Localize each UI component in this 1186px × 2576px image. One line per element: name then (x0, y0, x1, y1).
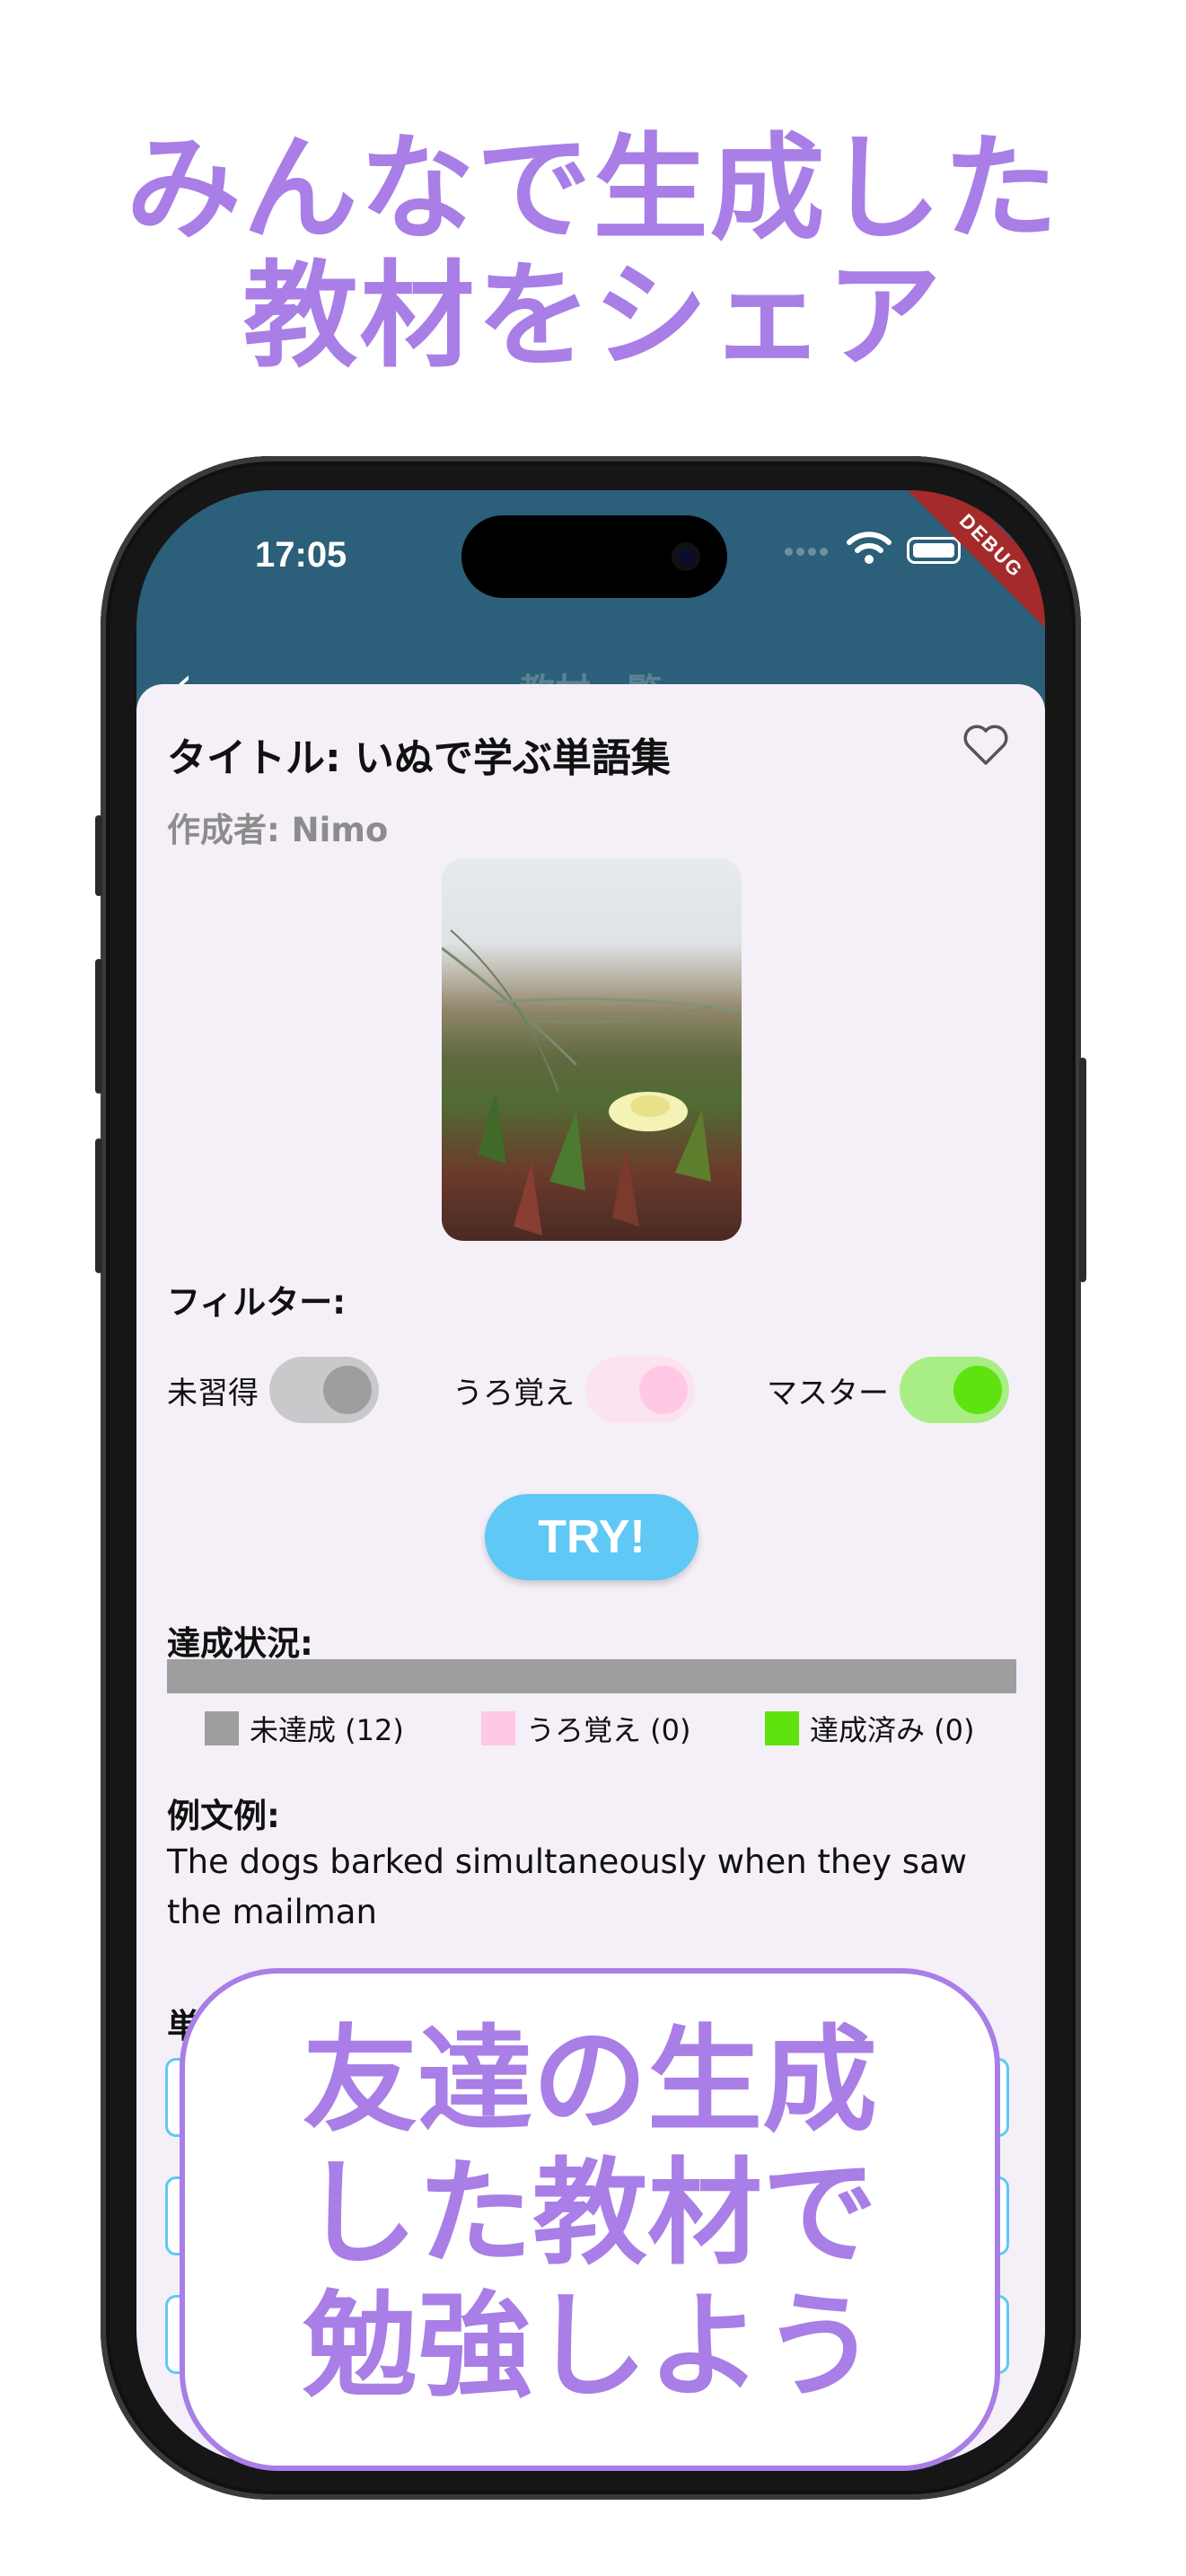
filter-vague: うろ覚え (452, 1354, 695, 1426)
toggle-knob (953, 1366, 1002, 1414)
legend-item-vague: うろ覚え (0) (481, 1708, 691, 1749)
legend-label: 達成済み (0) (810, 1713, 975, 1747)
filter-unlearned: 未習得 (167, 1354, 379, 1426)
filter-unlearned-label: 未習得 (167, 1375, 259, 1411)
example-sentence: The dogs barked simultaneously when they… (167, 1842, 968, 1931)
material-title: タイトル: いぬで学ぶ単語集 (167, 735, 671, 781)
promo-headline-line2: 教材をシェア (242, 250, 944, 383)
status-time: 17:05 (255, 535, 347, 575)
promo-callout-line2: した教材で (302, 2147, 877, 2281)
volume-down-button (95, 1139, 102, 1273)
legend-swatch (765, 1711, 799, 1745)
volume-up-button (95, 959, 102, 1094)
status-bar: 17:05 DEBUG (136, 490, 1045, 662)
legend-label: うろ覚え (0) (526, 1713, 691, 1747)
filter-unlearned-toggle[interactable] (269, 1357, 379, 1423)
progress-bar (167, 1659, 1016, 1693)
progress-label: 達成状況: (167, 1624, 313, 1663)
debug-banner: DEBUG (875, 490, 1045, 662)
filter-vague-toggle[interactable] (585, 1357, 695, 1423)
filter-master-label: マスター (767, 1375, 889, 1411)
filter-vague-label: うろ覚え (452, 1375, 575, 1411)
promo-headline-line1: みんなで生成した (126, 122, 1060, 256)
flower-photo-illustration (442, 929, 742, 1235)
material-image (442, 858, 742, 1241)
example-label: 例文例: (167, 1797, 280, 1835)
filter-master-toggle[interactable] (900, 1357, 1009, 1423)
legend-swatch (481, 1711, 515, 1745)
dynamic-island (461, 515, 727, 598)
action-button (95, 815, 102, 896)
promo-callout-line3: 勉強しよう (302, 2280, 877, 2413)
legend-swatch (205, 1711, 239, 1745)
signal-icon (785, 542, 839, 569)
try-button[interactable]: TRY! (485, 1494, 698, 1580)
filter-row: 未習得 うろ覚え マスター (136, 1354, 1045, 1426)
legend-item-achieved: 達成済み (0) (765, 1708, 975, 1749)
filter-master: マスター (767, 1354, 1009, 1426)
filter-label: フィルター: (167, 1283, 347, 1322)
promo-callout: 友達の生成 した教材で 勉強しよう (180, 1968, 1000, 2471)
progress-legend: 未達成 (12) うろ覚え (0) 達成済み (0) (136, 1708, 1045, 1753)
heart-outline-icon[interactable] (962, 724, 1009, 767)
battery-icon (907, 537, 961, 564)
legend-item-unachieved: 未達成 (12) (205, 1708, 404, 1749)
promo-headline: みんなで生成した 教材をシェア (0, 126, 1186, 381)
camera-icon (672, 542, 700, 571)
power-button (1079, 1058, 1086, 1282)
toggle-knob (639, 1366, 688, 1414)
wifi-icon (847, 532, 892, 564)
toggle-knob (323, 1366, 372, 1414)
promo-callout-line1: 友達の生成 (302, 2014, 877, 2148)
legend-label: 未達成 (12) (250, 1713, 404, 1747)
material-author: 作成者: Nimo (167, 811, 389, 849)
